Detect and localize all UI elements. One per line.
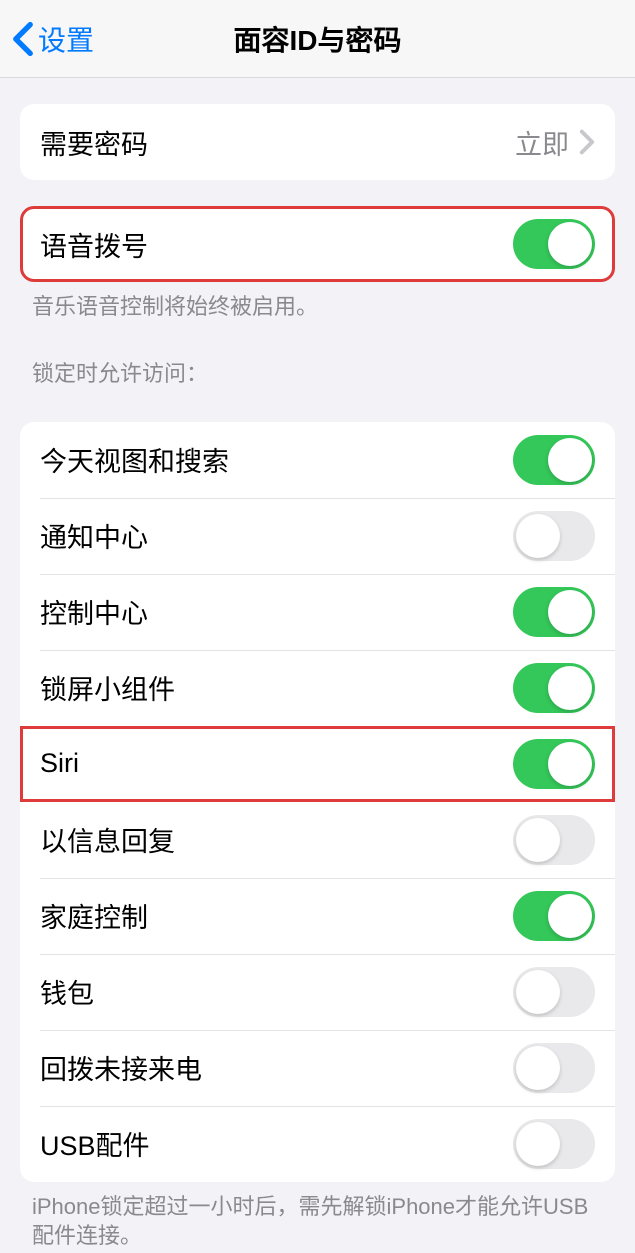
locked-access-toggle[interactable] [513, 511, 595, 561]
group-voice-dial: 语音拨号 [20, 206, 615, 282]
locked-access-toggle[interactable] [513, 815, 595, 865]
locked-access-toggle[interactable] [513, 891, 595, 941]
locked-access-row: 通知中心 [20, 498, 615, 574]
locked-access-label: 钱包 [40, 972, 94, 1011]
locked-access-label: 控制中心 [40, 592, 148, 631]
locked-access-header: 锁定时允许访问： [0, 322, 635, 396]
row-voice-dial: 语音拨号 [20, 206, 615, 282]
require-passcode-label: 需要密码 [40, 123, 148, 162]
locked-access-row: 今天视图和搜索 [20, 422, 615, 498]
locked-access-row: 钱包 [20, 954, 615, 1030]
locked-access-toggle[interactable] [513, 1043, 595, 1093]
row-require-passcode[interactable]: 需要密码 立即 [20, 104, 615, 180]
locked-access-toggle[interactable] [513, 967, 595, 1017]
locked-access-row: 以信息回复 [20, 802, 615, 878]
locked-access-label: 以信息回复 [40, 820, 175, 859]
voice-dial-label: 语音拨号 [40, 225, 148, 264]
group-require-passcode: 需要密码 立即 [20, 104, 615, 180]
navigation-bar: 设置 面容ID与密码 [0, 0, 635, 78]
locked-access-label: 回拨未接来电 [40, 1048, 202, 1087]
locked-access-label: USB配件 [40, 1124, 150, 1163]
locked-access-row: Siri [20, 726, 615, 802]
locked-access-label: Siri [40, 748, 79, 779]
locked-access-row: USB配件 [20, 1106, 615, 1182]
locked-access-footer: iPhone锁定超过一小时后，需先解锁iPhone才能允许USB配件连接。 [0, 1182, 635, 1251]
locked-access-toggle[interactable] [513, 435, 595, 485]
locked-access-row: 锁屏小组件 [20, 650, 615, 726]
locked-access-toggle[interactable] [513, 1119, 595, 1169]
locked-access-toggle[interactable] [513, 587, 595, 637]
locked-access-row: 家庭控制 [20, 878, 615, 954]
require-passcode-value: 立即 [515, 123, 569, 162]
locked-access-label: 通知中心 [40, 516, 148, 555]
voice-dial-toggle[interactable] [513, 219, 595, 269]
locked-access-label: 今天视图和搜索 [40, 440, 229, 479]
voice-dial-footer: 音乐语音控制将始终被启用。 [0, 282, 635, 322]
page-title: 面容ID与密码 [233, 19, 401, 59]
locked-access-label: 家庭控制 [40, 896, 148, 935]
back-button[interactable]: 设置 [0, 19, 94, 59]
group-locked-access: 今天视图和搜索通知中心控制中心锁屏小组件 Siri 以信息回复家庭控制钱包回拨未接来… [20, 422, 615, 1182]
chevron-right-icon [579, 129, 595, 155]
locked-access-toggle[interactable] [513, 663, 595, 713]
back-label: 设置 [38, 19, 94, 59]
chevron-left-icon [12, 21, 34, 57]
locked-access-toggle[interactable] [513, 739, 595, 789]
locked-access-row: 控制中心 [20, 574, 615, 650]
locked-access-row: 回拨未接来电 [20, 1030, 615, 1106]
locked-access-label: 锁屏小组件 [40, 668, 175, 707]
